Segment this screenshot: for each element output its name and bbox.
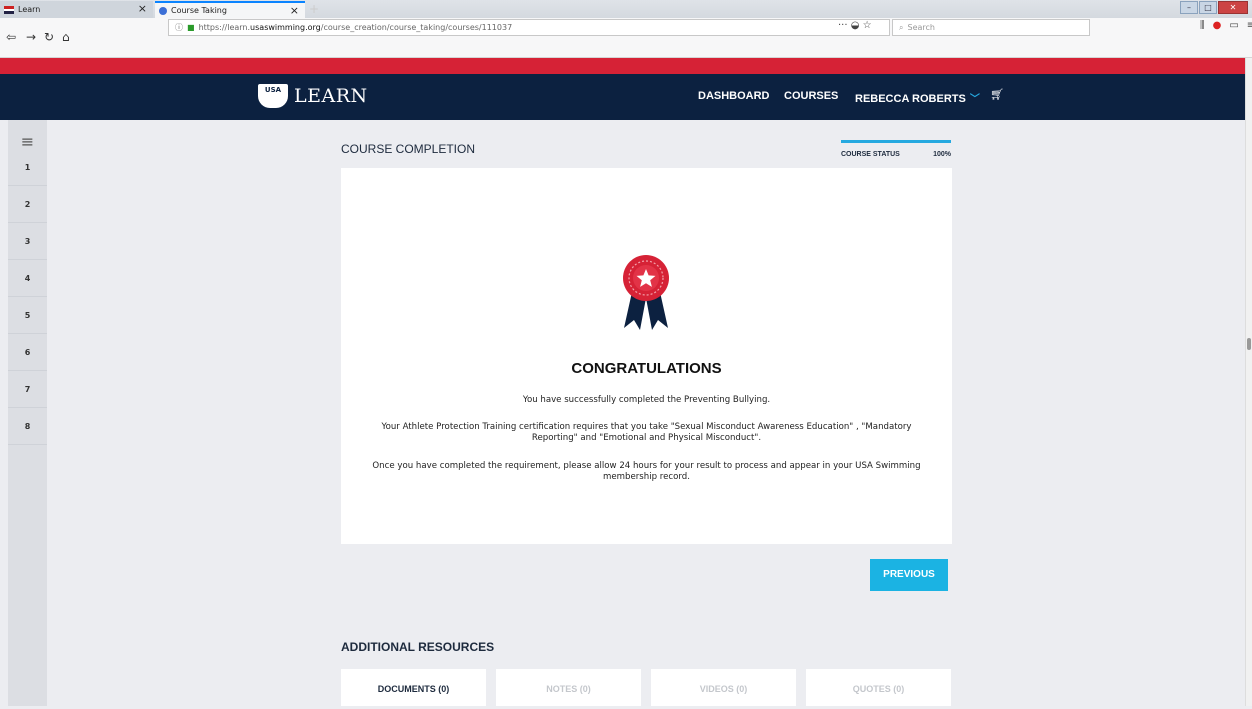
url-prefix: https://learn. (198, 23, 251, 32)
menu-icon[interactable]: ≡ (1247, 20, 1252, 31)
library-icon[interactable]: ⫼ (1200, 20, 1205, 31)
browser-tab-course-taking[interactable]: Course Taking × (155, 1, 305, 18)
forward-icon[interactable]: → (26, 30, 36, 44)
site-header: USA LEARN DASHBOARD COURSES REBECCA ROBE… (0, 74, 1245, 120)
chevron-down-icon: ﹀ (969, 94, 980, 105)
course-status-value: 100% (933, 151, 951, 158)
close-tab-icon[interactable]: × (290, 4, 299, 17)
page-actions: ··· ◒ ☆ (838, 20, 872, 31)
certification-requirements-message: Your Athlete Protection Training certifi… (381, 422, 912, 443)
tab-label: Course Taking (171, 6, 227, 15)
processing-info-message: Once you have completed the requirement,… (372, 461, 921, 482)
usa-shield-icon: USA (258, 84, 288, 108)
sidebar-item-2[interactable]: 2 (8, 187, 47, 223)
sidebar-toggle-icon[interactable]: ▭ (1229, 20, 1238, 31)
pocket-icon[interactable]: ◒ (851, 20, 860, 31)
more-actions-icon[interactable]: ··· (838, 20, 848, 31)
sidebar-item-6[interactable]: 6 (8, 335, 47, 371)
home-icon[interactable]: ⌂ (62, 30, 70, 44)
logo-text: LEARN (294, 85, 368, 107)
adblock-icon[interactable]: ● (1213, 20, 1222, 31)
swim-icon (159, 6, 167, 15)
close-tab-icon[interactable]: × (138, 2, 147, 15)
url-host: usaswimming.org (250, 23, 321, 32)
course-status: COURSE STATUS 100% (841, 140, 951, 164)
sidebar-item-5[interactable]: 5 (8, 298, 47, 334)
nav-user-menu[interactable]: REBECCA ROBERTS ﹀ (855, 90, 980, 105)
sidebar-item-1[interactable]: 1 (8, 150, 47, 186)
course-sidebar: ≡ 1 2 3 4 5 6 7 8 (8, 120, 47, 706)
scrollbar-thumb[interactable] (1247, 338, 1251, 350)
tab-notes[interactable]: NOTES (0) (496, 669, 641, 706)
tab-label: Learn (18, 5, 41, 14)
address-bar[interactable]: ⓘ ■ https://learn. usaswimming.org/course… (168, 19, 890, 36)
browser-right-buttons: ⫼ ● ▭ ≡ (1200, 20, 1252, 31)
award-ribbon-icon (623, 255, 669, 330)
cart-icon[interactable]: 🛒︎ (990, 88, 1004, 101)
browser-tab-bar: Learn × Course Taking × + – □ ✕ (0, 0, 1252, 18)
completion-message: You have successfully completed the Prev… (522, 395, 771, 405)
maximize-icon[interactable]: □ (1199, 1, 1217, 14)
close-window-icon[interactable]: ✕ (1218, 1, 1248, 14)
site-logo[interactable]: USA LEARN (258, 84, 368, 108)
url-path: /course_creation/course_taking/courses/1… (320, 23, 513, 32)
tab-videos[interactable]: VIDEOS (0) (651, 669, 796, 706)
congratulations-heading: CONGRATULATIONS (571, 360, 722, 377)
hamburger-menu-icon[interactable]: ≡ (8, 132, 47, 151)
user-name: REBECCA ROBERTS (855, 93, 966, 105)
lock-icon: ■ (187, 23, 195, 32)
window-controls: – □ ✕ (1180, 1, 1248, 14)
tab-quotes[interactable]: QUOTES (0) (806, 669, 951, 706)
course-status-label: COURSE STATUS (841, 151, 900, 158)
page-scrollbar[interactable] (1245, 58, 1252, 706)
search-icon: ⌕ (899, 22, 904, 32)
previous-button[interactable]: PREVIOUS (870, 559, 948, 591)
additional-resources-heading: ADDITIONAL RESOURCES (341, 640, 495, 654)
reload-icon[interactable]: ↻ (44, 30, 54, 44)
search-placeholder: Search (907, 23, 935, 32)
back-icon[interactable]: ⇦ (6, 30, 16, 44)
browser-search-input[interactable]: ⌕ Search (892, 19, 1090, 36)
nav-courses[interactable]: COURSES (784, 90, 838, 102)
red-stripe (0, 58, 1245, 74)
tab-documents[interactable]: DOCUMENTS (0) (341, 669, 486, 706)
sidebar-item-8[interactable]: 8 (8, 409, 47, 445)
flag-icon (4, 5, 14, 14)
new-tab-icon[interactable]: + (309, 2, 319, 16)
nav-dashboard[interactable]: DASHBOARD (698, 90, 770, 102)
info-icon[interactable]: ⓘ (175, 22, 183, 33)
minimize-icon[interactable]: – (1180, 1, 1198, 14)
sidebar-item-4[interactable]: 4 (8, 261, 47, 297)
completion-card: CONGRATULATIONS You have successfully co… (341, 168, 952, 544)
browser-tab-learn[interactable]: Learn × (0, 1, 153, 18)
sidebar-item-3[interactable]: 3 (8, 224, 47, 260)
sidebar-item-7[interactable]: 7 (8, 372, 47, 408)
page-title: COURSE COMPLETION (341, 142, 476, 156)
bookmark-star-icon[interactable]: ☆ (863, 20, 872, 31)
